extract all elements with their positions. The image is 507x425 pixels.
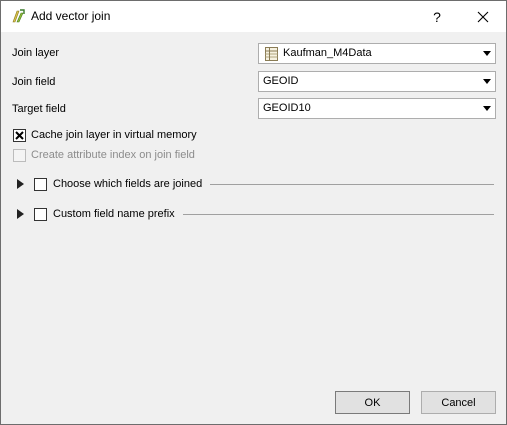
chevron-down-icon[interactable] — [478, 72, 495, 91]
target-field-combobox[interactable]: GEOID10 — [258, 98, 496, 119]
custom-prefix-group: Custom field name prefix — [17, 206, 494, 222]
chevron-down-icon[interactable] — [478, 99, 495, 118]
vector-table-layer-icon — [265, 47, 278, 61]
join-layer-combobox[interactable]: Kaufman_M4Data — [258, 43, 496, 64]
choose-fields-label: Choose which fields are joined — [53, 178, 203, 190]
vector-join-icon — [12, 9, 25, 23]
expand-arrow-icon[interactable] — [17, 179, 24, 189]
choose-fields-checkbox[interactable] — [34, 177, 47, 191]
help-button[interactable]: ? — [414, 1, 460, 32]
cancel-button[interactable]: Cancel — [421, 391, 496, 414]
create-attribute-index-option: Create attribute index on join field — [13, 148, 195, 162]
join-layer-value: Kaufman_M4Data — [283, 47, 372, 59]
window-title: Add vector join — [31, 9, 111, 23]
custom-prefix-checkbox[interactable] — [34, 207, 47, 221]
close-icon — [477, 11, 489, 22]
join-field-combobox[interactable]: GEOID — [258, 71, 496, 92]
cache-join-layer-option[interactable]: Cache join layer in virtual memory — [13, 128, 197, 142]
create-attribute-index-label: Create attribute index on join field — [31, 149, 195, 161]
target-field-label: Target field — [12, 103, 66, 115]
create-attribute-index-checkbox — [13, 148, 26, 162]
cache-join-layer-checkbox[interactable] — [13, 128, 26, 142]
target-field-value: GEOID10 — [263, 102, 311, 114]
checkmark-x-icon — [15, 130, 24, 140]
join-layer-label: Join layer — [12, 47, 60, 59]
close-button[interactable] — [460, 1, 506, 32]
cache-join-layer-label: Cache join layer in virtual memory — [31, 129, 197, 141]
add-vector-join-dialog: Add vector join ? Join layer Kaufman_M4D… — [0, 0, 507, 425]
group-divider — [182, 214, 494, 215]
ok-button[interactable]: OK — [335, 391, 410, 414]
chevron-down-icon[interactable] — [478, 44, 495, 63]
expand-arrow-icon[interactable] — [17, 209, 24, 219]
title-bar: Add vector join ? — [1, 1, 506, 32]
choose-fields-group: Choose which fields are joined — [17, 176, 494, 192]
custom-prefix-label: Custom field name prefix — [53, 208, 175, 220]
join-field-value: GEOID — [263, 75, 299, 87]
join-field-label: Join field — [12, 76, 56, 88]
group-divider — [210, 184, 494, 185]
